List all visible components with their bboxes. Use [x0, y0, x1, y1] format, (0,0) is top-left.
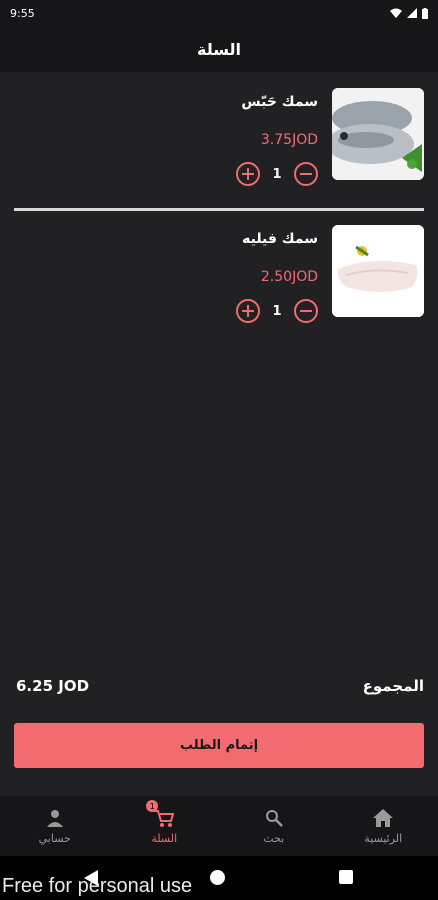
- nav-label: حسابي: [38, 831, 71, 845]
- nav-item-cart[interactable]: 1 السلة: [110, 796, 220, 856]
- total-value: 6.25 JOD: [16, 677, 90, 695]
- cart-item: سمك فيليه 2.50JOD 1: [0, 225, 438, 325]
- decrease-quantity-button[interactable]: [294, 299, 318, 323]
- nav-label: الرئيسية: [364, 831, 403, 845]
- status-bar: 9:55: [0, 0, 438, 26]
- divider: [14, 208, 424, 211]
- quantity-stepper: 1: [236, 162, 318, 186]
- home-button-icon[interactable]: [210, 870, 225, 885]
- nav-item-home[interactable]: الرئيسية: [329, 796, 438, 856]
- status-icons: [390, 7, 428, 19]
- page-title: السلة: [196, 39, 241, 59]
- cart-icon: [154, 808, 175, 828]
- app-bar: السلة: [0, 26, 438, 72]
- person-icon: [45, 808, 65, 828]
- item-quantity: 1: [272, 303, 282, 319]
- total-row: 6.25 JOD المجموع: [16, 674, 424, 698]
- nav-label: السلة: [151, 831, 178, 845]
- item-name: سمك حَبّس: [241, 94, 318, 110]
- increase-quantity-button[interactable]: [236, 162, 260, 186]
- total-label: المجموع: [362, 677, 424, 695]
- quantity-stepper: 1: [236, 299, 318, 323]
- nav-label: بحث: [263, 831, 285, 845]
- increase-quantity-button[interactable]: [236, 299, 260, 323]
- nav-item-account[interactable]: حسابي: [0, 796, 110, 856]
- item-price: 2.50JOD: [260, 269, 318, 285]
- status-time: 9:55: [10, 6, 35, 20]
- item-price: 3.75JOD: [260, 132, 318, 148]
- cart-item: سمك حَبّس 3.75JOD 1: [0, 88, 438, 188]
- bottom-nav: حسابي 1 السلة بحث الرئيسية: [0, 796, 438, 856]
- nav-item-search[interactable]: بحث: [219, 796, 329, 856]
- home-icon: [373, 808, 394, 828]
- watermark: Free for personal use: [2, 875, 193, 897]
- decrease-quantity-button[interactable]: [294, 162, 318, 186]
- item-quantity: 1: [272, 166, 282, 182]
- signal-icon: [407, 8, 417, 18]
- wifi-icon: [390, 8, 402, 18]
- checkout-button[interactable]: إتمام الطلب: [14, 723, 424, 768]
- fish-fillet-photo: [332, 225, 424, 317]
- battery-icon: [422, 7, 428, 19]
- checkout-label: إتمام الطلب: [179, 738, 259, 753]
- recent-apps-icon[interactable]: [339, 870, 353, 884]
- fish-whole-photo: [332, 88, 424, 180]
- search-icon: [264, 808, 284, 828]
- item-name: سمك فيليه: [242, 231, 318, 247]
